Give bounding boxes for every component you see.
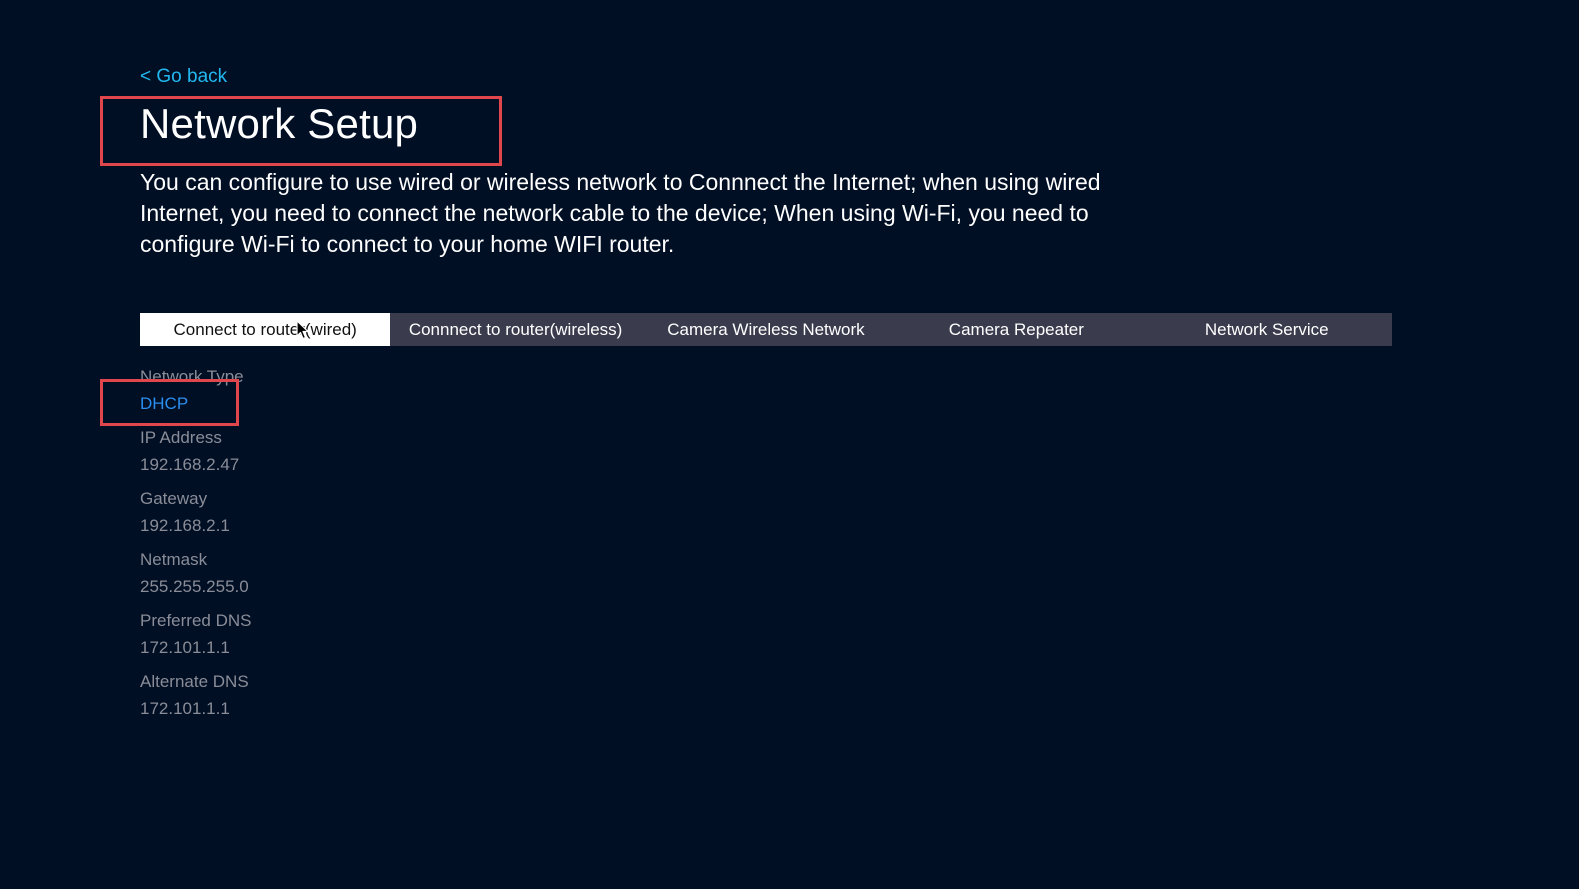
field-netmask: Netmask 255.255.255.0 — [140, 549, 251, 610]
network-info-list: Network Type DHCP IP Address 192.168.2.4… — [140, 366, 251, 732]
netmask-label: Netmask — [140, 550, 208, 569]
ip-address-label: IP Address — [140, 428, 222, 447]
tab-connect-router-wired[interactable]: Connect to router(wired) — [140, 313, 391, 346]
field-gateway: Gateway 192.168.2.1 — [140, 488, 251, 549]
alternate-dns-label: Alternate DNS — [140, 672, 249, 691]
go-back-link[interactable]: < Go back — [140, 65, 227, 89]
tab-camera-wireless-network[interactable]: Camera Wireless Network — [641, 313, 891, 346]
gateway-value: 192.168.2.1 — [140, 516, 230, 535]
page-title: Network Setup — [140, 100, 419, 147]
network-setup-page: < Go back Network Setup You can configur… — [0, 0, 1579, 889]
ip-address-value: 192.168.2.47 — [140, 455, 240, 474]
field-network-type: Network Type DHCP — [140, 366, 251, 427]
tab-connect-router-wireless[interactable]: Connnect to router(wireless) — [390, 313, 640, 346]
field-alternate-dns: Alternate DNS 172.101.1.1 — [140, 671, 251, 732]
field-preferred-dns: Preferred DNS 172.101.1.1 — [140, 610, 251, 671]
preferred-dns-value: 172.101.1.1 — [140, 638, 230, 657]
alternate-dns-value: 172.101.1.1 — [140, 699, 230, 718]
tab-network-service[interactable]: Network Service — [1142, 313, 1392, 346]
network-type-label: Network Type — [140, 367, 244, 386]
tab-camera-repeater[interactable]: Camera Repeater — [891, 313, 1141, 346]
mouse-pointer-icon — [296, 320, 309, 340]
network-type-value[interactable]: DHCP — [140, 393, 251, 415]
gateway-label: Gateway — [140, 489, 208, 508]
preferred-dns-label: Preferred DNS — [140, 611, 252, 630]
page-description: You can configure to use wired or wirele… — [140, 169, 1101, 257]
netmask-value: 255.255.255.0 — [140, 577, 249, 596]
field-ip-address: IP Address 192.168.2.47 — [140, 427, 251, 488]
network-tab-bar: Connect to router(wired) Connnect to rou… — [140, 313, 1392, 346]
